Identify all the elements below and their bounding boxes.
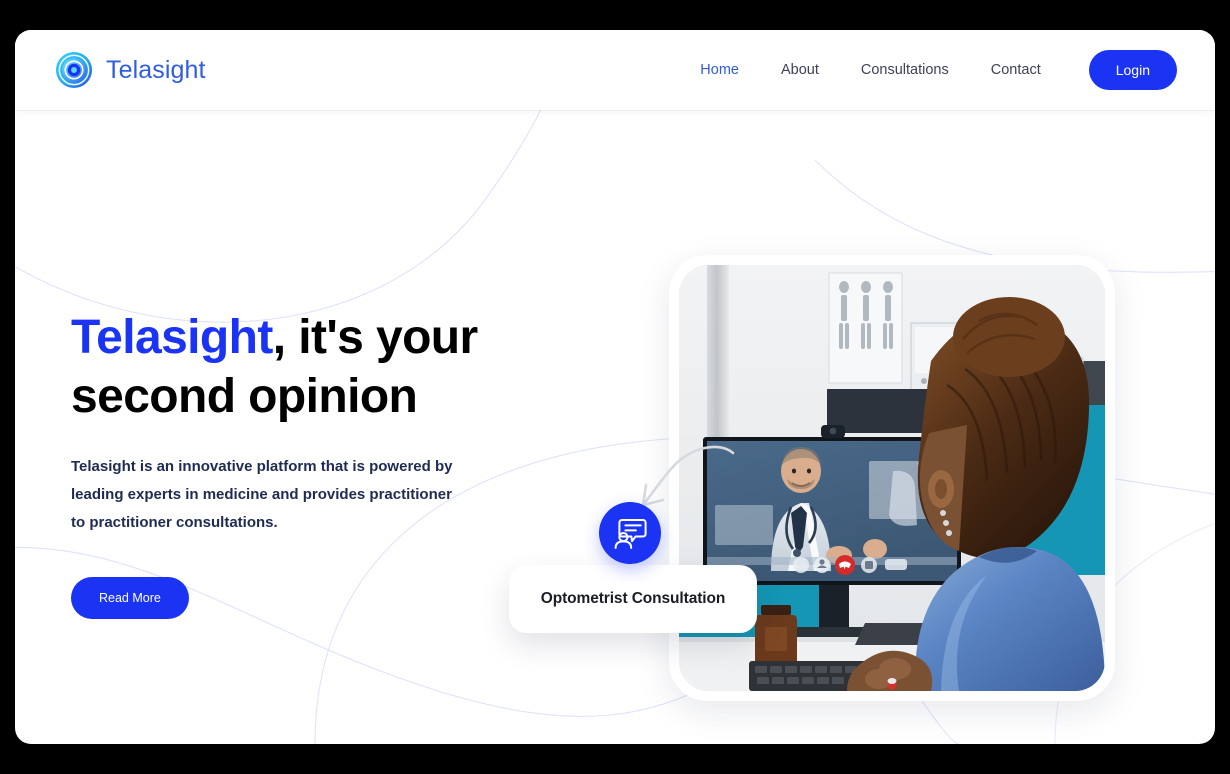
hero-photo-frame <box>669 255 1115 701</box>
brand-name: Telasight <box>106 55 206 84</box>
headline-accent: Telasight <box>71 311 273 364</box>
hero-paragraph: Telasight is an innovative platform that… <box>71 458 453 531</box>
login-button[interactable]: Login <box>1088 50 1177 90</box>
read-more-button[interactable]: Read More <box>71 577 189 620</box>
screen-root: Telasight Home About Consultations Conta… <box>0 0 1230 774</box>
nav-item-about[interactable]: About <box>760 54 840 86</box>
hero-copy: Telasight, it's your second opinion Tela… <box>71 308 491 620</box>
consultation-card-label: Optometrist Consultation <box>540 590 726 607</box>
consultation-speech-person-icon <box>614 519 647 549</box>
page-title: Telasight, it's your second opinion <box>71 308 491 426</box>
page: Telasight Home About Consultations Conta… <box>15 30 1215 744</box>
main-nav: Home About Consultations Contact Login <box>679 50 1177 90</box>
nav-item-home[interactable]: Home <box>679 54 760 86</box>
consultation-badge[interactable] <box>599 502 661 564</box>
concentric-eye-icon <box>55 51 93 89</box>
consultation-card[interactable]: Optometrist Consultation <box>509 565 757 633</box>
hero-section: Telasight, it's your second opinion Tela… <box>15 110 1215 744</box>
brand-logo[interactable]: Telasight <box>55 51 206 89</box>
nav-item-contact[interactable]: Contact <box>970 54 1062 86</box>
nav-item-consultations[interactable]: Consultations <box>840 54 970 86</box>
site-header: Telasight Home About Consultations Conta… <box>15 30 1215 110</box>
